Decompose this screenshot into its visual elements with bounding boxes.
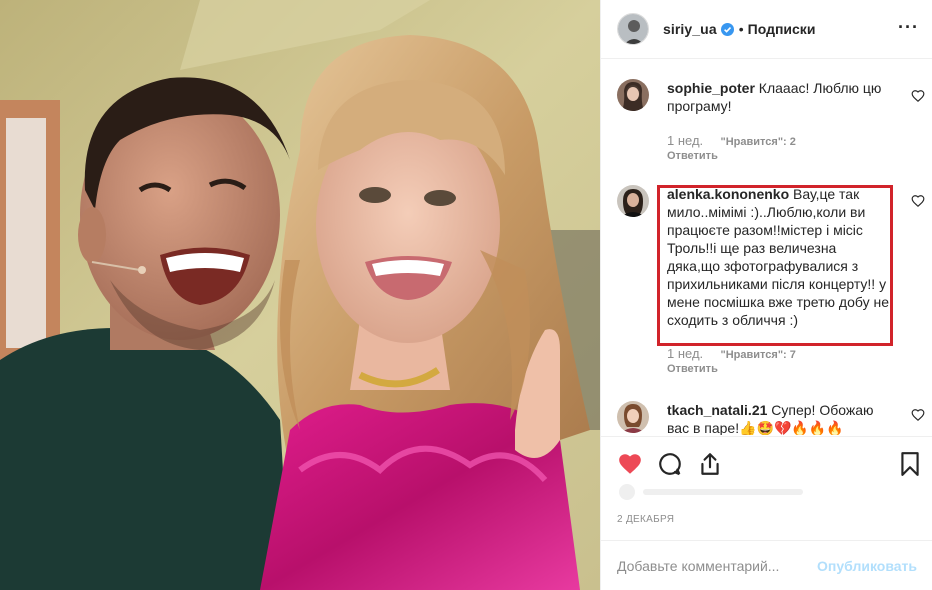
- comment-time[interactable]: 1 нед.: [667, 346, 703, 361]
- comment-composer: Опубликовать: [601, 540, 932, 590]
- heart-filled-icon[interactable]: [617, 451, 643, 477]
- photo-illustration: [0, 0, 600, 590]
- comment-username[interactable]: sophie_poter: [667, 80, 755, 96]
- comment-icon[interactable]: [657, 451, 683, 477]
- comment-likes[interactable]: "Нравится": 7: [721, 349, 796, 361]
- post-date[interactable]: 2 ДЕКАБРЯ: [617, 514, 674, 525]
- reply-button[interactable]: Ответить: [667, 150, 718, 162]
- following-button[interactable]: Подписки: [748, 21, 816, 37]
- verified-badge-icon: [720, 22, 734, 36]
- separator-dot: •: [738, 21, 744, 37]
- comment-input[interactable]: [617, 557, 818, 574]
- comment-like-heart-icon[interactable]: [911, 89, 925, 103]
- post-side-panel: siriy_ua • Подписки ··· sophie_poter Кла…: [600, 0, 932, 590]
- publish-button[interactable]: Опубликовать: [817, 558, 917, 574]
- commenter-avatar[interactable]: [617, 401, 649, 433]
- commenter-avatar[interactable]: [617, 79, 649, 111]
- post-photo[interactable]: [0, 0, 600, 590]
- likers-avatars: [619, 484, 803, 500]
- more-options-icon[interactable]: ···: [898, 18, 919, 36]
- comment-meta: 1 нед. "Нравится": 7: [667, 346, 796, 361]
- reply-button[interactable]: Ответить: [667, 363, 718, 375]
- comments-list[interactable]: sophie_poter Клааас! Люблю цю програму! …: [601, 59, 932, 435]
- share-icon[interactable]: [697, 451, 723, 477]
- comment-likes[interactable]: "Нравится": 2: [721, 136, 796, 148]
- comment-body: sophie_poter Клааас! Люблю цю програму!: [667, 79, 893, 115]
- commenter-avatar[interactable]: [617, 185, 649, 217]
- comment-meta: 1 нед. "Нравится": 2: [667, 133, 796, 148]
- likes-summary[interactable]: [617, 482, 917, 502]
- comment-like-heart-icon[interactable]: [911, 408, 925, 422]
- post-header: siriy_ua • Подписки ···: [601, 0, 932, 59]
- comment-time[interactable]: 1 нед.: [667, 133, 703, 148]
- bookmark-icon[interactable]: [897, 451, 923, 477]
- highlight-box: [657, 185, 893, 346]
- comment-username[interactable]: tkach_natali.21: [667, 402, 767, 418]
- author-username[interactable]: siriy_ua: [663, 21, 717, 37]
- comment-body: tkach_natali.21 Супер! Обожаю вас в паре…: [667, 401, 893, 435]
- author-avatar[interactable]: [617, 13, 649, 45]
- comment-like-heart-icon[interactable]: [911, 194, 925, 208]
